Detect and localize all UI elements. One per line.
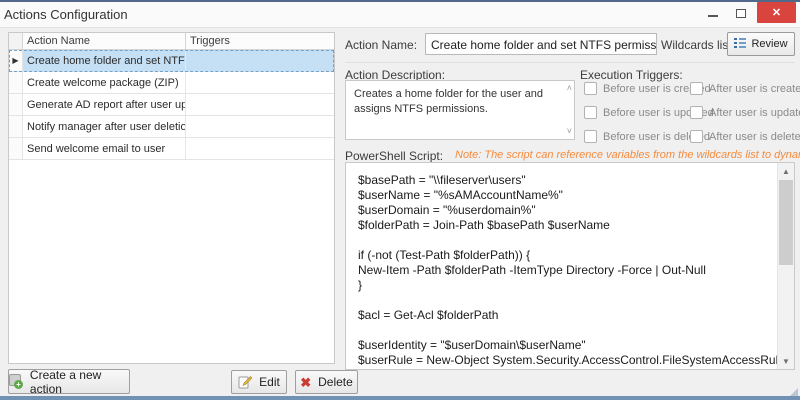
delete-button-label: Delete: [318, 375, 353, 389]
checkbox-label: After user is created: [709, 83, 800, 95]
delete-x-icon: ✖: [300, 376, 311, 389]
cell-triggers: [186, 50, 334, 71]
checkbox-icon[interactable]: [584, 130, 597, 143]
cell-triggers: [186, 138, 334, 159]
section-divider: [345, 62, 795, 63]
maximize-button[interactable]: [728, 2, 754, 24]
scroll-up-icon[interactable]: ▲: [778, 163, 794, 179]
checkbox-icon[interactable]: [584, 106, 597, 119]
pencil-icon: [238, 375, 252, 389]
table-header: Action Name Triggers: [9, 33, 334, 50]
cell-action-name: Send welcome email to user: [23, 138, 186, 159]
table-row[interactable]: Create welcome package (ZIP): [9, 72, 334, 94]
close-button[interactable]: ✕: [757, 2, 796, 23]
table-row[interactable]: ▶ Create home folder and set NTFS permis…: [9, 50, 334, 72]
resize-grip[interactable]: [790, 388, 798, 396]
cell-action-name: Generate AD report after user update: [23, 94, 186, 115]
checkbox-icon[interactable]: [690, 82, 703, 95]
checkbox-after-created[interactable]: After user is created: [690, 82, 800, 95]
create-button-label: Create a new action: [30, 368, 129, 396]
cell-triggers: [186, 72, 334, 93]
checkbox-label: After user is deleted: [709, 131, 800, 143]
actions-configuration-window: Actions Configuration ✕ Action Name Trig…: [0, 0, 800, 400]
minimize-button[interactable]: [700, 2, 726, 24]
review-button[interactable]: Review: [727, 32, 795, 56]
row-selector: [9, 94, 23, 115]
cell-action-name: Notify manager after user deletion: [23, 116, 186, 137]
column-header-triggers[interactable]: Triggers: [186, 33, 334, 49]
cell-action-name: Create home folder and set NTFS permis..…: [23, 50, 186, 71]
powershell-script-text: $basePath = "\\fileserver\users" $userNa…: [346, 163, 794, 370]
close-icon: ✕: [772, 6, 781, 19]
table-row[interactable]: Send welcome email to user: [9, 138, 334, 160]
wildcards-list-label: Wildcards list:: [661, 38, 735, 52]
column-header-action-name[interactable]: Action Name: [23, 33, 186, 49]
table-row[interactable]: Generate AD report after user update: [9, 94, 334, 116]
list-icon: [734, 38, 746, 50]
scroll-down-icon[interactable]: ▼: [778, 353, 794, 369]
action-description-textarea[interactable]: Creates a home folder for the user and a…: [345, 80, 575, 140]
powershell-script-textarea[interactable]: $basePath = "\\fileserver\users" $userNa…: [345, 162, 795, 370]
actions-table: Action Name Triggers ▶ Create home folde…: [8, 32, 335, 364]
create-new-action-button[interactable]: + Create a new action: [8, 369, 130, 394]
checkbox-icon[interactable]: [584, 82, 597, 95]
action-description-text: Creates a home folder for the user and a…: [346, 81, 574, 117]
scrollbar-thumb[interactable]: [779, 180, 793, 265]
script-note: Note: The script can reference variables…: [455, 149, 800, 161]
cell-triggers: [186, 116, 334, 137]
row-selector: [9, 138, 23, 159]
script-scrollbar[interactable]: ▲ ▼: [777, 163, 794, 369]
maximize-icon: [736, 9, 746, 18]
checkbox-after-updated[interactable]: After user is updated: [690, 106, 800, 119]
checkbox-icon[interactable]: [690, 106, 703, 119]
scroll-down-icon[interactable]: ˅: [567, 127, 572, 136]
row-selector-arrow-icon: ▶: [9, 50, 23, 71]
window-title: Actions Configuration: [4, 7, 128, 22]
row-selector: [9, 116, 23, 137]
table-row[interactable]: Notify manager after user deletion: [9, 116, 334, 138]
row-selector-header: [9, 33, 23, 49]
checkbox-after-deleted[interactable]: After user is deleted: [690, 130, 800, 143]
edit-button[interactable]: Edit: [231, 370, 287, 394]
execution-triggers-label: Execution Triggers:: [580, 68, 683, 82]
cell-action-name: Create welcome package (ZIP): [23, 72, 186, 93]
minimize-icon: [708, 15, 718, 17]
powershell-script-label: PowerShell Script:: [345, 149, 443, 163]
cell-triggers: [186, 94, 334, 115]
edit-button-label: Edit: [259, 375, 280, 389]
checkbox-label: After user is updated: [709, 107, 800, 119]
checkbox-icon[interactable]: [690, 130, 703, 143]
titlebar: Actions Configuration ✕: [0, 2, 800, 28]
new-action-icon: +: [9, 374, 23, 389]
scroll-up-icon[interactable]: ˄: [567, 84, 572, 93]
row-selector: [9, 72, 23, 93]
action-name-label: Action Name:: [345, 38, 417, 52]
delete-button[interactable]: ✖ Delete: [295, 370, 358, 394]
review-button-label: Review: [751, 38, 787, 50]
action-name-input[interactable]: Create home folder and set NTFS permissi…: [425, 33, 657, 55]
